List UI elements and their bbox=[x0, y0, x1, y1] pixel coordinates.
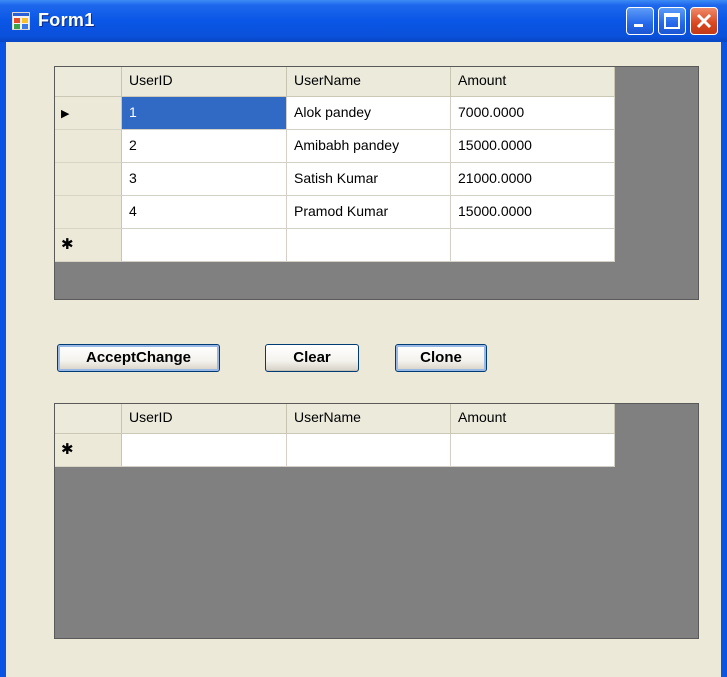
grid1-cell-amount[interactable]: 21000.0000 bbox=[451, 163, 615, 196]
grid1-row-header-current[interactable]: ▶ bbox=[55, 97, 122, 130]
grid2-new-cell-userid[interactable] bbox=[122, 434, 287, 467]
grid1-row-header[interactable] bbox=[55, 163, 122, 196]
grid2-col-header-amount[interactable]: Amount bbox=[451, 404, 615, 434]
new-row-asterisk-icon: ✱ bbox=[61, 441, 74, 458]
grid2-new-row-header[interactable]: ✱ bbox=[55, 434, 122, 467]
form-client-area: UserID UserName Amount ▶ 1 Alok pandey 7… bbox=[6, 42, 721, 677]
minimize-button[interactable] bbox=[626, 7, 654, 35]
grid1-cell-userid[interactable]: 2 bbox=[122, 130, 287, 163]
grid1-cell-amount[interactable]: 7000.0000 bbox=[451, 97, 615, 130]
grid2-col-header-username[interactable]: UserName bbox=[287, 404, 451, 434]
grid1-cell-username[interactable]: Amibabh pandey bbox=[287, 130, 451, 163]
grid2-new-cell-username[interactable] bbox=[287, 434, 451, 467]
grid2-col-header-userid[interactable]: UserID bbox=[122, 404, 287, 434]
current-row-indicator-icon: ▶ bbox=[61, 108, 70, 120]
grid1-col-header-username[interactable]: UserName bbox=[287, 67, 451, 97]
grid1-new-row-header[interactable]: ✱ bbox=[55, 229, 122, 262]
grid1-cell-username[interactable]: Pramod Kumar bbox=[287, 196, 451, 229]
grid1-col-header-userid[interactable]: UserID bbox=[122, 67, 287, 97]
clear-button[interactable]: Clear bbox=[265, 344, 359, 372]
accept-change-button[interactable]: AcceptChange bbox=[57, 344, 220, 372]
form1-window: Form1 UserID UserName Amount ▶ 1 Alok pa… bbox=[0, 0, 727, 677]
window-title: Form1 bbox=[38, 10, 95, 30]
data-grid-view-2[interactable]: UserID UserName Amount ✱ bbox=[54, 403, 699, 639]
data-grid-view-1[interactable]: UserID UserName Amount ▶ 1 Alok pandey 7… bbox=[54, 66, 699, 300]
close-icon bbox=[696, 13, 712, 29]
close-button[interactable] bbox=[690, 7, 718, 35]
grid1-cell-username[interactable]: Satish Kumar bbox=[287, 163, 451, 196]
grid1-cell-amount[interactable]: 15000.0000 bbox=[451, 196, 615, 229]
grid1-row-header[interactable] bbox=[55, 196, 122, 229]
app-icon bbox=[12, 12, 30, 30]
grid1-cell-amount[interactable]: 15000.0000 bbox=[451, 130, 615, 163]
grid1-new-cell-userid[interactable] bbox=[122, 229, 287, 262]
minimize-icon bbox=[634, 24, 643, 27]
grid1-cell-username[interactable]: Alok pandey bbox=[287, 97, 451, 130]
grid1-col-header-amount[interactable]: Amount bbox=[451, 67, 615, 97]
grid2-new-cell-amount[interactable] bbox=[451, 434, 615, 467]
grid2-corner-header bbox=[55, 404, 122, 434]
maximize-button[interactable] bbox=[658, 7, 686, 35]
grid1-corner-header bbox=[55, 67, 122, 97]
grid1-cell-userid[interactable]: 4 bbox=[122, 196, 287, 229]
grid1-new-cell-username[interactable] bbox=[287, 229, 451, 262]
clone-button[interactable]: Clone bbox=[395, 344, 487, 372]
title-bar[interactable]: Form1 bbox=[0, 0, 727, 42]
grid1-row-header[interactable] bbox=[55, 130, 122, 163]
new-row-asterisk-icon: ✱ bbox=[61, 236, 74, 253]
grid1-cell-userid[interactable]: 3 bbox=[122, 163, 287, 196]
grid1-new-cell-amount[interactable] bbox=[451, 229, 615, 262]
grid1-cell-userid[interactable]: 1 bbox=[122, 97, 287, 130]
maximize-icon bbox=[664, 13, 680, 29]
